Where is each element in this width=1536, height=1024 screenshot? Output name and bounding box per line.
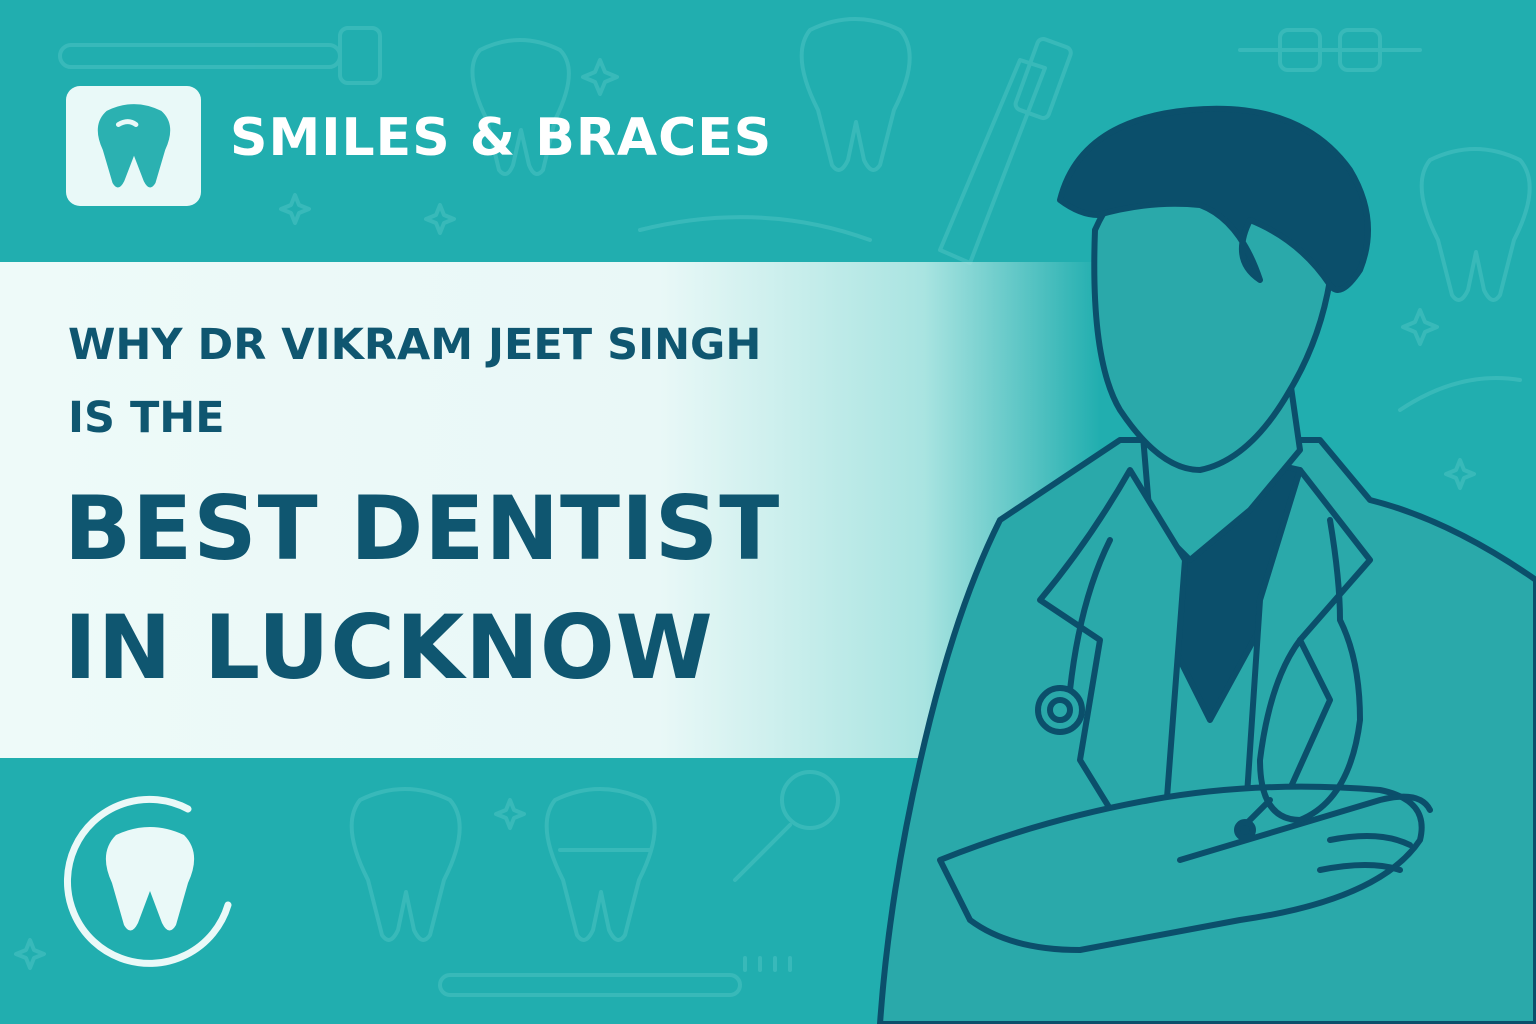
- brand-logo: [66, 86, 201, 206]
- tooth-icon: [97, 104, 170, 188]
- headline-line-4: IN LUCKNOW: [64, 596, 714, 699]
- doctor-illustration: [877, 105, 1536, 1024]
- headline-line-2: IS THE: [68, 393, 225, 443]
- headline-line-3: BEST DENTIST: [64, 477, 781, 580]
- headline-line-1: WHY DR VIKRAM JEET SINGH: [68, 320, 762, 370]
- circle-tooth-icon: [64, 795, 232, 967]
- brand-name: SMILES & BRACES: [230, 108, 773, 168]
